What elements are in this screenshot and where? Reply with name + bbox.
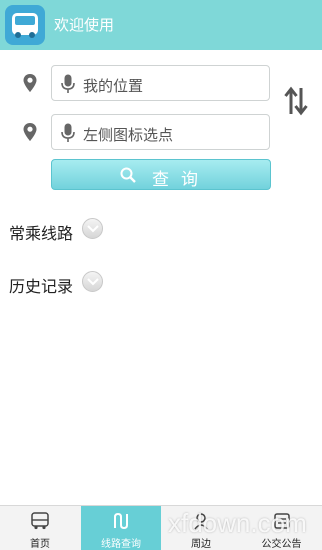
tab-nearby[interactable]: 周边 <box>161 506 241 550</box>
history-label[interactable]: 历史记录 <box>9 273 73 297</box>
end-location-input[interactable]: 左侧图标选点 <box>51 114 270 150</box>
query-button[interactable]: 查询 <box>51 159 271 190</box>
header-title: 欢迎使用 <box>54 16 115 34</box>
microphone-icon[interactable] <box>61 74 75 94</box>
app-header: 欢迎使用 <box>0 0 322 50</box>
bottom-tab-bar: 首页 线路查询 周边 公交公告 <box>0 505 322 550</box>
route-icon <box>114 512 128 530</box>
swap-icon[interactable] <box>284 86 308 116</box>
nearby-icon <box>194 513 208 530</box>
microphone-icon[interactable] <box>61 123 75 143</box>
end-location-text: 左侧图标选点 <box>83 126 174 144</box>
location-pin-icon[interactable] <box>22 73 38 93</box>
search-icon <box>120 167 136 183</box>
location-pin-icon[interactable] <box>22 122 38 142</box>
start-location-input[interactable]: 我的位置 <box>51 65 270 101</box>
tab-route-query[interactable]: 线路查询 <box>81 506 161 550</box>
notice-icon <box>273 513 290 529</box>
app-logo-icon <box>5 5 45 45</box>
tab-nearby-label: 周边 <box>191 539 211 550</box>
tab-home[interactable]: 首页 <box>0 506 80 550</box>
query-button-label: 查询 <box>152 170 210 190</box>
frequent-routes-label[interactable]: 常乘线路 <box>9 220 73 244</box>
bus-icon <box>31 512 49 530</box>
chevron-down-icon[interactable] <box>82 271 103 292</box>
chevron-down-icon[interactable] <box>82 218 103 239</box>
tab-notices-label: 公交公告 <box>261 539 302 550</box>
tab-route-query-label: 线路查询 <box>101 539 141 550</box>
tab-home-label: 首页 <box>30 539 50 550</box>
start-location-text: 我的位置 <box>83 77 144 95</box>
tab-notices[interactable]: 公交公告 <box>241 506 322 550</box>
